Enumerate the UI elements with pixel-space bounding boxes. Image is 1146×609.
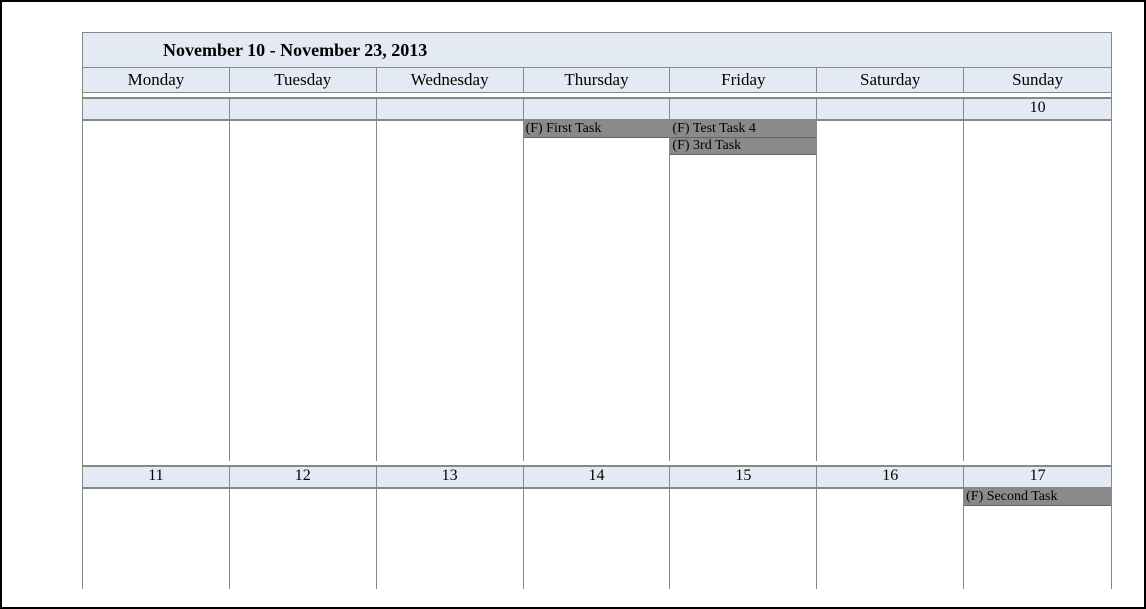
date-cell: 15 xyxy=(670,467,817,487)
calendar: November 10 - November 23, 2013 Monday T… xyxy=(82,32,1112,589)
day-cell-saturday[interactable] xyxy=(817,489,964,589)
weekday-header: Monday Tuesday Wednesday Thursday Friday… xyxy=(82,68,1112,93)
date-cell: 12 xyxy=(230,467,377,487)
date-cell xyxy=(230,99,377,119)
date-cell xyxy=(524,99,671,119)
weekday-saturday: Saturday xyxy=(817,68,964,92)
weekday-friday: Friday xyxy=(670,68,817,92)
task-item[interactable]: (F) 3rd Task xyxy=(670,138,816,155)
date-cell: 10 xyxy=(964,99,1111,119)
day-cell-friday[interactable] xyxy=(670,489,817,589)
date-cell: 16 xyxy=(817,467,964,487)
date-cell xyxy=(377,99,524,119)
date-cell: 14 xyxy=(524,467,671,487)
date-cell xyxy=(817,99,964,119)
date-cell: 17 xyxy=(964,467,1111,487)
date-cell xyxy=(670,99,817,119)
day-cell-sunday[interactable]: (F) Second Task xyxy=(964,489,1111,589)
weekday-monday: Monday xyxy=(83,68,230,92)
day-cell-monday[interactable] xyxy=(83,489,230,589)
date-cell: 11 xyxy=(83,467,230,487)
task-item[interactable]: (F) Test Task 4 xyxy=(670,121,816,138)
weekday-wednesday: Wednesday xyxy=(377,68,524,92)
day-cell-wednesday[interactable] xyxy=(377,489,524,589)
page-frame: November 10 - November 23, 2013 Monday T… xyxy=(0,0,1146,609)
calendar-title: November 10 - November 23, 2013 xyxy=(163,40,427,61)
day-cell-saturday[interactable] xyxy=(817,121,964,461)
date-cell: 13 xyxy=(377,467,524,487)
task-item[interactable]: (F) First Task xyxy=(524,121,670,138)
task-item[interactable]: (F) Second Task xyxy=(964,489,1111,506)
weekday-sunday: Sunday xyxy=(964,68,1111,92)
day-cell-friday[interactable]: (F) Test Task 4 (F) 3rd Task xyxy=(670,121,817,461)
date-cell xyxy=(83,99,230,119)
day-cell-monday[interactable] xyxy=(83,121,230,461)
day-cell-tuesday[interactable] xyxy=(230,489,377,589)
day-cell-tuesday[interactable] xyxy=(230,121,377,461)
week2-content-row: (F) Second Task xyxy=(82,487,1112,589)
weekday-tuesday: Tuesday xyxy=(230,68,377,92)
week2-date-row: 11 12 13 14 15 16 17 xyxy=(82,465,1112,487)
day-cell-wednesday[interactable] xyxy=(377,121,524,461)
day-cell-thursday[interactable]: (F) First Task xyxy=(524,121,671,461)
week1-date-row: 10 xyxy=(82,97,1112,119)
calendar-title-row: November 10 - November 23, 2013 xyxy=(82,32,1112,68)
day-cell-thursday[interactable] xyxy=(524,489,671,589)
weekday-thursday: Thursday xyxy=(524,68,671,92)
day-cell-sunday[interactable] xyxy=(964,121,1111,461)
week1-content-row: (F) First Task (F) Test Task 4 (F) 3rd T… xyxy=(82,119,1112,461)
